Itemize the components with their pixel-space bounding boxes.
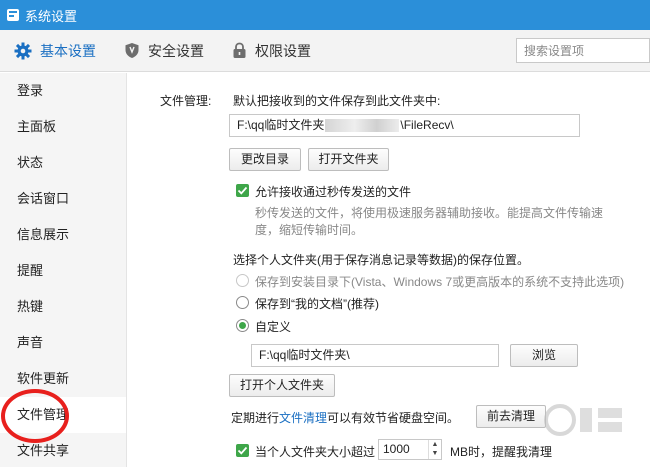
redacted-region	[325, 119, 400, 133]
toolbar: 基本设置 安全设置 权限设置	[0, 30, 650, 72]
tab-permission-settings-label: 权限设置	[255, 42, 311, 59]
open-folder-button[interactable]: 打开文件夹	[308, 148, 389, 171]
settings-content: 文件管理: 默认把接收到的文件保存到此文件夹中: F:\qq临时文件夹 \File…	[127, 73, 650, 467]
cleanup-suffix: 可以有效节省硬盘空间。	[327, 411, 460, 425]
size-limit-stepper[interactable]: 1000 ▲ ▼	[378, 439, 442, 460]
sidebar: 登录 主面板 状态 会话窗口 信息展示 提醒 热键 声音 软件更新 文件管理 文…	[0, 73, 127, 467]
radio-install-directory-label: 保存到安装目录下(Vista、Windows 7或更高版本的系统不支持此选项)	[255, 275, 625, 289]
radio-custom[interactable]	[236, 319, 249, 332]
sidebar-item-hotkeys[interactable]: 热键	[0, 289, 126, 325]
tab-permission-settings[interactable]: 权限设置	[218, 30, 325, 72]
size-limit-value: 1000	[383, 442, 410, 456]
allow-instant-transfer-label: 允许接收通过秒传发送的文件	[255, 185, 412, 199]
file-cleanup-link[interactable]: 文件清理	[279, 411, 327, 425]
sidebar-item-file-sharing[interactable]: 文件共享	[0, 433, 126, 467]
sidebar-item-sound[interactable]: 声音	[0, 325, 126, 361]
go-cleanup-button[interactable]: 前去清理	[476, 405, 546, 428]
size-limit-label: 当个人文件夹大小超过	[255, 445, 376, 459]
save-path-field[interactable]: F:\qq临时文件夹 \FileRecv\	[229, 114, 580, 137]
size-limit-checkbox[interactable]	[236, 444, 249, 457]
personal-folder-description: 选择个人文件夹(用于保存消息记录等数据)的保存位置。	[233, 253, 529, 267]
sidebar-item-info-display[interactable]: 信息展示	[0, 217, 126, 253]
tab-basic-settings[interactable]: 基本设置	[0, 30, 110, 72]
sidebar-item-chat-window[interactable]: 会话窗口	[0, 181, 126, 217]
stepper-up-icon[interactable]: ▲	[429, 440, 441, 449]
open-personal-folder-button[interactable]: 打开个人文件夹	[229, 374, 335, 397]
check-icon	[237, 186, 248, 195]
allow-instant-transfer-checkbox[interactable]	[236, 184, 249, 197]
window-title: 系统设置	[25, 8, 78, 24]
sidebar-item-login[interactable]: 登录	[0, 73, 126, 109]
tab-security-settings[interactable]: 安全设置	[110, 30, 218, 72]
app-icon	[7, 9, 19, 21]
save-path-suffix: \FileRecv\	[400, 118, 454, 132]
tab-security-settings-label: 安全设置	[148, 42, 204, 59]
instant-transfer-description-line1: 秒传发送的文件，将使用极速服务器辅助接收。能提高文件传输速	[255, 206, 604, 220]
default-save-description: 默认把接收到的文件保存到此文件夹中:	[233, 94, 441, 108]
tab-basic-settings-label: 基本设置	[40, 42, 96, 59]
cleanup-prefix: 定期进行	[231, 411, 280, 425]
lock-icon	[233, 42, 246, 58]
shield-icon	[125, 43, 139, 58]
custom-path-field[interactable]: F:\qq临时文件夹\	[251, 344, 499, 367]
radio-my-documents[interactable]	[236, 296, 249, 309]
settings-search-input[interactable]	[516, 38, 650, 63]
stepper-arrows[interactable]: ▲ ▼	[428, 440, 441, 459]
sidebar-item-status[interactable]: 状态	[0, 145, 126, 181]
sidebar-item-main-panel[interactable]: 主面板	[0, 109, 126, 145]
cleanup-sentence: 定期进行文件清理可以有效节省硬盘空间。	[231, 409, 459, 426]
stepper-down-icon[interactable]: ▼	[429, 449, 441, 458]
check-icon	[237, 446, 248, 455]
save-path-prefix: F:\qq临时文件夹	[237, 118, 325, 132]
browse-button[interactable]: 浏览	[510, 344, 578, 367]
sidebar-item-software-update[interactable]: 软件更新	[0, 361, 126, 397]
instant-transfer-description-line2: 度，缩短传输时间。	[255, 223, 364, 237]
gear-icon	[14, 42, 32, 59]
radio-install-directory[interactable]	[236, 274, 249, 287]
sidebar-item-file-management[interactable]: 文件管理	[0, 397, 126, 433]
radio-custom-label: 自定义	[255, 320, 292, 334]
radio-my-documents-label: 保存到“我的文档”(推荐)	[255, 297, 379, 311]
change-directory-button[interactable]: 更改目录	[229, 148, 301, 171]
section-label: 文件管理:	[160, 94, 212, 108]
sidebar-item-reminders[interactable]: 提醒	[0, 253, 126, 289]
title-bar: 系统设置	[0, 0, 650, 30]
size-limit-unit: MB时，提醒我清理	[450, 445, 553, 459]
